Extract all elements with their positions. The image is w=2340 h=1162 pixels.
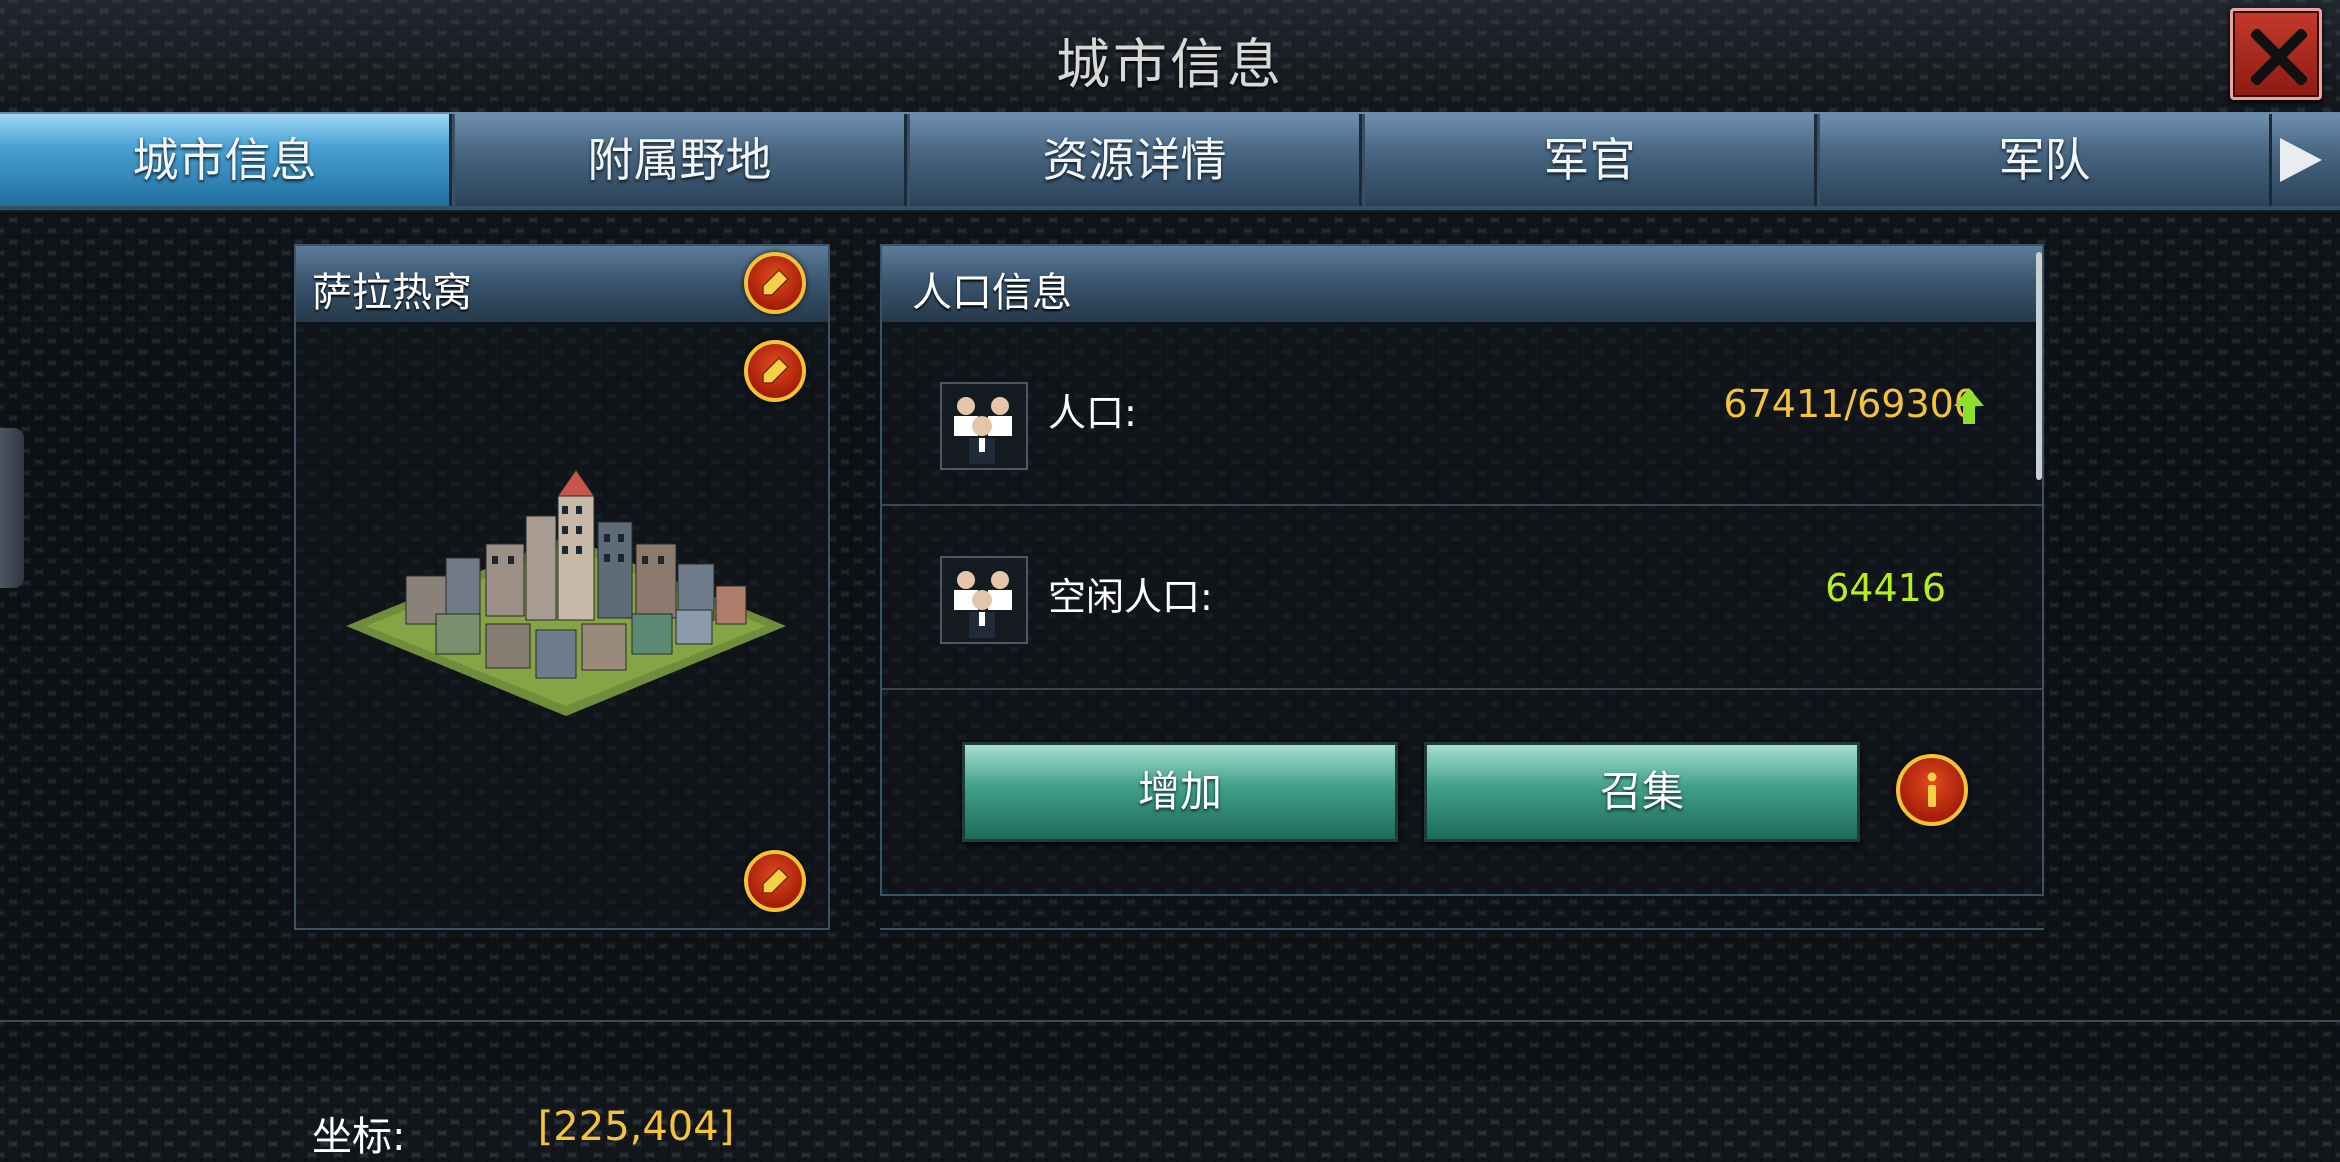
close-button[interactable]	[2230, 8, 2322, 100]
idle-population-label: 空闲人口:	[1048, 575, 1213, 619]
tab-next-button[interactable]	[2272, 114, 2340, 206]
pencil-icon	[762, 268, 790, 296]
edit-city-image-button[interactable]	[744, 340, 806, 402]
people-icon	[940, 556, 1028, 644]
population-header: 人口信息	[882, 246, 2042, 322]
pencil-icon	[762, 866, 790, 894]
city-image	[346, 469, 786, 716]
population-panel: 人口信息 人口: 67411/69300 空闲人口: 64416 增加 召集	[880, 244, 2044, 896]
population-value: 67411/69300	[1723, 382, 1978, 426]
tab-attached-wilds[interactable]: 附属野地	[455, 114, 907, 206]
population-title: 人口信息	[912, 270, 1072, 316]
tab-city-info[interactable]: 城市信息	[0, 114, 452, 206]
bottom-divider	[0, 1020, 2340, 1022]
city-name: 萨拉热窝	[312, 270, 472, 316]
side-drawer-handle[interactable]	[0, 428, 24, 588]
close-x-icon	[2251, 29, 2307, 85]
window-title: 城市信息	[1056, 33, 1284, 96]
pencil-icon	[762, 356, 790, 384]
city-header: 萨拉热窝	[296, 246, 828, 322]
coordinate-label: 坐标:	[312, 1114, 406, 1160]
idle-population-value: 64416	[1825, 566, 1946, 610]
info-icon	[1927, 772, 1937, 807]
people-icon	[940, 382, 1028, 470]
tab-bar: 城市信息 附属野地 资源详情 军官 军队	[0, 112, 2340, 212]
population-label: 人口:	[1048, 391, 1137, 435]
next-panel-edge	[880, 928, 2044, 936]
tab-resource-details[interactable]: 资源详情	[910, 114, 1362, 206]
arrow-up-icon	[1954, 388, 1984, 424]
title-bar: 城市信息	[0, 0, 2340, 112]
triangle-right-icon	[2280, 138, 2322, 182]
city-panel: 萨拉热窝 坐标: [225,404]	[294, 244, 830, 1160]
gather-button[interactable]: 召集	[1424, 742, 1860, 842]
info-button[interactable]	[1896, 754, 1968, 826]
tab-officers[interactable]: 军官	[1365, 114, 1817, 206]
list-item-idle-population: 空闲人口: 64416	[882, 506, 2042, 690]
list-item-population: 人口: 67411/69300	[882, 322, 2042, 506]
edit-coordinate-button[interactable]	[744, 850, 806, 912]
coordinate-value: [225,404]	[537, 1104, 735, 1150]
rename-city-button[interactable]	[744, 252, 806, 314]
increase-button[interactable]: 增加	[962, 742, 1398, 842]
tab-army[interactable]: 军队	[1820, 114, 2272, 206]
